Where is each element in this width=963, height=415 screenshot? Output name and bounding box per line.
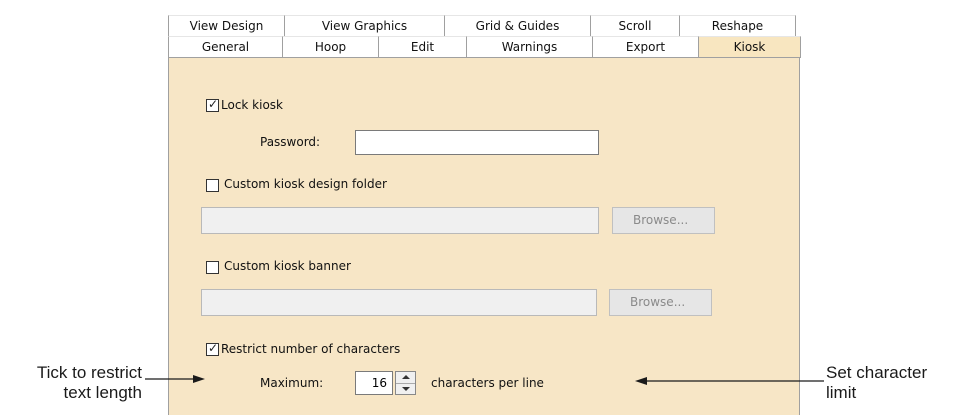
callout-arrows — [145, 375, 824, 385]
arrow-right-icon — [145, 375, 205, 383]
arrow-left-icon — [635, 377, 824, 385]
